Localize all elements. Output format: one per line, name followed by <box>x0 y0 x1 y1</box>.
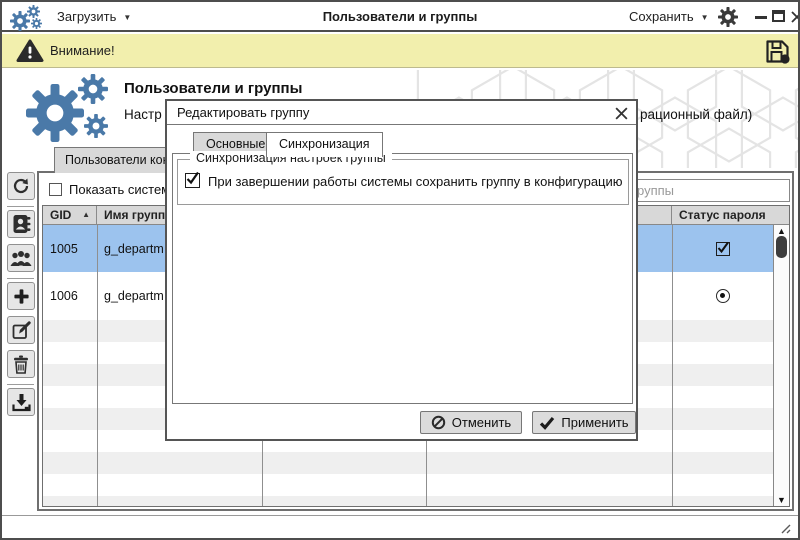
add-button[interactable] <box>7 282 35 310</box>
address-book-button[interactable] <box>7 210 35 238</box>
user-group-icon <box>10 250 32 267</box>
page-title: Пользователи и группы <box>124 80 302 97</box>
sidebar-separator <box>7 278 34 279</box>
sidebar-separator <box>7 206 34 207</box>
settings-gear-icon[interactable] <box>718 7 738 27</box>
load-menu-button[interactable]: Загрузить ▼ <box>57 2 131 32</box>
column-divider <box>97 225 98 506</box>
radio-selected-icon[interactable] <box>716 289 730 303</box>
title-bar: Загрузить▼ Пользователи и группы Сохрани… <box>2 2 798 32</box>
dialog-tab-panel: Синхронизация настроек группы При заверш… <box>172 153 633 404</box>
warning-bar: Внимание! <box>2 34 798 68</box>
chevron-down-icon: ▼ <box>123 13 131 22</box>
apply-check-icon <box>539 416 555 430</box>
warning-triangle-icon <box>16 39 44 63</box>
refresh-icon <box>12 177 30 195</box>
column-divider <box>672 225 673 506</box>
load-menu-label: Загрузить <box>57 9 116 24</box>
sync-group-box: Синхронизация настроек группы При заверш… <box>177 159 629 205</box>
scroll-up-icon[interactable]: ▲ <box>774 226 789 236</box>
scroll-down-icon[interactable]: ▼ <box>774 495 789 505</box>
page-subtitle-left: Настр <box>124 107 162 122</box>
column-header-password-status[interactable]: Статус пароля <box>672 206 773 225</box>
sidebar-separator <box>7 384 34 385</box>
refresh-button[interactable] <box>7 172 35 200</box>
app-logo-gears-icon <box>10 5 50 31</box>
import-button[interactable] <box>7 388 35 416</box>
user-groups-button[interactable] <box>7 244 35 272</box>
resize-grip-icon[interactable] <box>779 522 792 535</box>
show-system-label: Показать систем <box>69 182 170 197</box>
app-window: Загрузить ▼ Пользователи и группы Сохрани… <box>0 0 800 540</box>
warning-message: Внимание! <box>50 34 115 68</box>
import-down-icon <box>12 393 31 412</box>
group-search-input[interactable] <box>630 179 790 202</box>
dialog-tab-sync[interactable]: Синхронизация <box>266 132 383 157</box>
minimize-button[interactable] <box>755 16 767 19</box>
cell-gid: 1006 <box>43 272 97 320</box>
cancel-label: Отменить <box>452 415 511 430</box>
delete-button[interactable] <box>7 350 35 378</box>
apply-button[interactable]: Применить <box>532 411 636 434</box>
maximize-button[interactable] <box>772 10 785 22</box>
column-label: GID <box>50 208 71 222</box>
plus-icon <box>13 288 30 305</box>
vertical-scrollbar[interactable]: ▲ ▼ <box>773 225 789 506</box>
save-on-exit-checkbox[interactable] <box>185 173 200 188</box>
address-book-icon <box>12 214 31 234</box>
cancel-button[interactable]: Отменить <box>420 411 522 434</box>
page-subtitle-right: рационный файл) <box>640 107 752 122</box>
edit-pencil-icon <box>12 321 31 340</box>
cell-password-status <box>672 225 773 272</box>
cell-password-status <box>672 272 773 320</box>
scrollbar-thumb[interactable] <box>776 236 787 258</box>
close-button[interactable] <box>790 9 800 25</box>
show-system-checkbox[interactable] <box>49 183 62 196</box>
dialog-title: Редактировать группу <box>167 101 636 125</box>
page-logo-gears-icon <box>26 74 122 142</box>
chevron-down-icon: ▼ <box>701 13 709 22</box>
save-menu-label: Сохранить <box>629 9 694 24</box>
checked-checkbox-icon[interactable] <box>716 242 730 256</box>
trash-icon <box>13 355 29 374</box>
status-bar <box>2 515 798 538</box>
save-config-floppy-icon[interactable] <box>764 38 791 65</box>
cell-gid: 1005 <box>43 225 97 272</box>
edit-group-dialog: Редактировать группу Основные Синхрониза… <box>165 99 638 441</box>
tab-users-config[interactable]: Пользователи кон <box>54 147 182 173</box>
apply-label: Применить <box>561 415 628 430</box>
column-header-gid[interactable]: GID ▲ <box>43 206 97 225</box>
cancel-circle-icon <box>431 415 446 430</box>
dialog-close-icon[interactable] <box>614 106 629 121</box>
sort-asc-icon: ▲ <box>82 206 90 224</box>
edit-button[interactable] <box>7 316 35 344</box>
save-menu-button[interactable]: Сохранить ▼ <box>629 2 709 32</box>
save-on-exit-label: При завершении работы системы сохранить … <box>208 174 623 189</box>
